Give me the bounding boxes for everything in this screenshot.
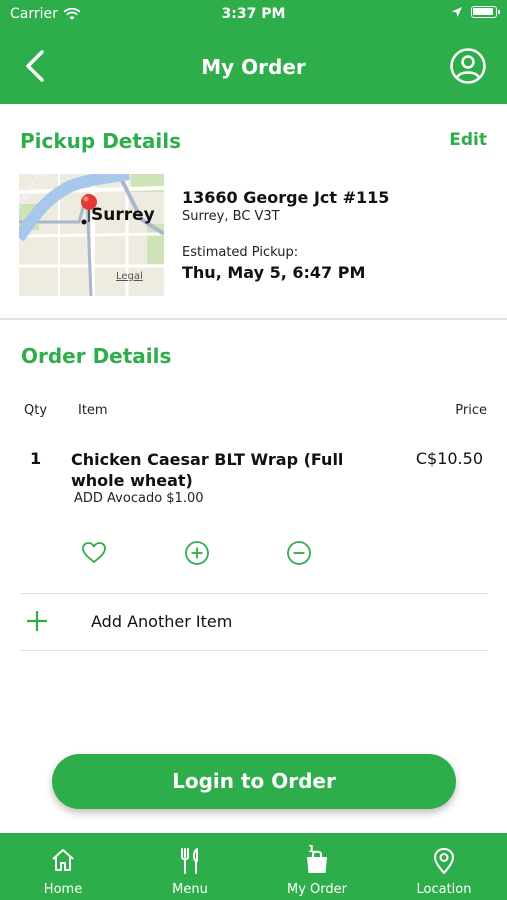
status-bar: Carrier 3:37 PM: [0, 0, 507, 30]
header-bar: Carrier 3:37 PM My Order: [0, 0, 507, 104]
map-city-label: Surrey: [91, 205, 155, 225]
price-column-header: Price: [455, 403, 487, 418]
utensils-icon: [181, 848, 198, 874]
row-divider: [20, 650, 488, 651]
tab-home-label: Home: [43, 882, 83, 897]
item-qty: 1: [30, 449, 42, 468]
add-another-item-label: Add Another Item: [91, 612, 233, 631]
tab-my-order[interactable]: 1 My Order: [254, 833, 380, 900]
item-price: C$10.50: [415, 449, 483, 468]
qty-column-header: Qty: [24, 403, 48, 418]
pickup-details-title: Pickup Details: [20, 129, 182, 153]
status-time: 3:37 PM: [221, 6, 286, 22]
increase-quantity-icon[interactable]: [184, 540, 210, 566]
location-arrow-icon: [452, 7, 462, 17]
estimated-pickup-label: Estimated Pickup:: [182, 245, 299, 260]
tab-menu-label: Menu: [172, 882, 208, 897]
bag-icon: [307, 850, 327, 873]
tab-menu[interactable]: Menu: [127, 833, 253, 900]
map-legal-link[interactable]: Legal: [116, 271, 143, 282]
favorite-heart-icon[interactable]: [81, 540, 107, 566]
add-another-item-button[interactable]: Add Another Item: [20, 594, 488, 650]
item-name: Chicken Caesar BLT Wrap (Full whole whea…: [71, 450, 344, 490]
pickup-map[interactable]: Fraser River Surrey Legal: [19, 174, 164, 296]
tab-bar: Home Menu 1 My Order Location: [0, 833, 507, 900]
location-pin-icon: [434, 848, 454, 874]
estimated-pickup-time: Thu, May 5, 6:47 PM: [182, 263, 366, 282]
order-details-title: Order Details: [21, 344, 172, 368]
decrease-quantity-icon[interactable]: [286, 540, 312, 566]
edit-pickup-link[interactable]: Edit: [449, 130, 487, 150]
item-modifier: ADD Avocado $1.00: [74, 491, 204, 506]
tab-location-label: Location: [416, 882, 472, 897]
section-divider: [0, 318, 507, 320]
battery-icon: [471, 6, 500, 18]
login-to-order-button[interactable]: Login to Order: [52, 754, 456, 809]
plus-icon: [27, 611, 47, 631]
home-icon: [52, 849, 74, 871]
profile-icon[interactable]: [449, 47, 487, 85]
item-column-header: Item: [78, 403, 108, 418]
status-indicators: [451, 6, 500, 18]
pickup-city: Surrey, BC V3T: [182, 209, 280, 224]
tab-location[interactable]: Location: [381, 833, 507, 900]
pickup-address: 13660 George Jct #115: [182, 188, 390, 207]
page-title: My Order: [201, 55, 306, 79]
tab-home[interactable]: Home: [0, 833, 126, 900]
tab-my-order-label: My Order: [287, 882, 347, 897]
